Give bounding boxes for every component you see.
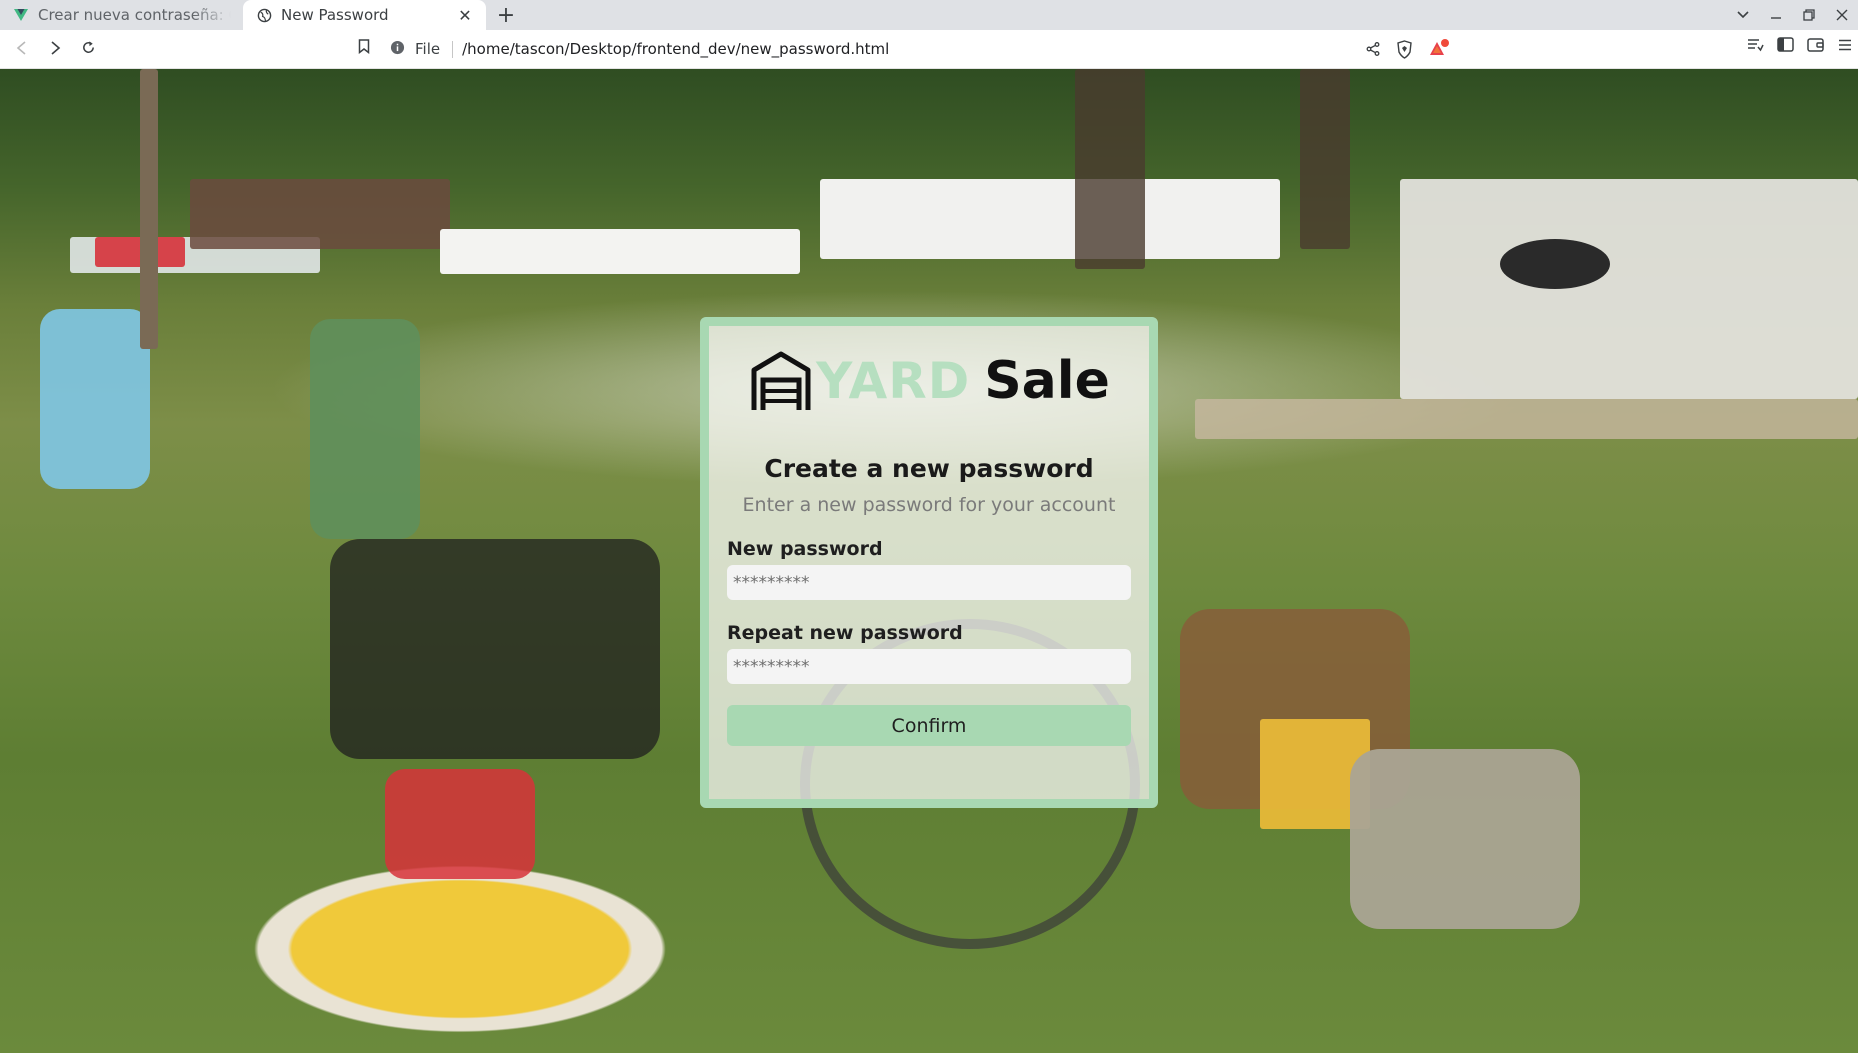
- info-icon[interactable]: [390, 40, 405, 59]
- menu-icon[interactable]: [1838, 38, 1852, 52]
- tab-strip: Crear nueva contraseña: CSS New Password…: [0, 0, 1858, 30]
- repeat-password-input[interactable]: [727, 649, 1131, 684]
- page-subtitle: Enter a new password for your account: [742, 494, 1116, 516]
- sidebar-icon[interactable]: [1777, 37, 1794, 52]
- brave-rewards-icon[interactable]: [1429, 39, 1451, 59]
- share-icon[interactable]: [1366, 42, 1380, 56]
- page-viewport: YARD Sale Create a new password Enter a …: [0, 69, 1858, 1053]
- repeat-password-field: Repeat new password: [727, 622, 1131, 684]
- logo-word-sale: Sale: [984, 351, 1110, 411]
- storefront-icon: [748, 348, 814, 414]
- page-title: Create a new password: [764, 454, 1094, 483]
- logo-word-yard: YARD: [816, 352, 971, 410]
- tab-new-password[interactable]: New Password ✕: [243, 0, 486, 30]
- vue-favicon-icon: [13, 7, 29, 23]
- address-divider: [452, 40, 454, 58]
- tab-title: Crear nueva contraseña: CSS: [38, 6, 231, 24]
- forward-button[interactable]: [40, 34, 70, 64]
- reload-button[interactable]: [73, 34, 103, 64]
- globe-icon: [256, 7, 272, 23]
- new-tab-button[interactable]: +: [492, 0, 520, 30]
- browser-toolbar: File /home/tascon/Desktop/frontend_dev/n…: [0, 30, 1858, 69]
- toolbar-actions: [1747, 37, 1852, 52]
- restore-icon[interactable]: [1792, 9, 1825, 21]
- brave-shields-icon[interactable]: [1396, 39, 1413, 59]
- plus-icon: +: [496, 2, 516, 28]
- tab-crear-nueva-contrasena[interactable]: Crear nueva contraseña: CSS: [0, 0, 243, 30]
- reading-list-icon[interactable]: [1747, 38, 1764, 52]
- address-bar[interactable]: File /home/tascon/Desktop/frontend_dev/n…: [390, 35, 1448, 63]
- yard-sale-logo: YARD Sale: [748, 348, 1110, 414]
- back-arrow-icon: [15, 40, 29, 59]
- minimize-icon[interactable]: [1759, 9, 1792, 21]
- new-password-input[interactable]: [727, 565, 1131, 600]
- close-tab-icon[interactable]: ✕: [456, 6, 474, 25]
- close-window-icon[interactable]: [1825, 9, 1858, 21]
- new-password-card: YARD Sale Create a new password Enter a …: [700, 317, 1158, 808]
- repeat-password-label: Repeat new password: [727, 622, 963, 644]
- reload-icon: [81, 40, 96, 59]
- url-text[interactable]: /home/tascon/Desktop/frontend_dev/new_pa…: [462, 40, 889, 58]
- back-button[interactable]: [7, 34, 37, 64]
- new-password-field: New password: [727, 538, 1131, 600]
- forward-arrow-icon: [48, 40, 62, 59]
- bookmark-icon[interactable]: [358, 39, 370, 58]
- scheme-label: File: [415, 40, 441, 58]
- new-password-form: New password Repeat new password Confirm: [727, 538, 1131, 746]
- tab-search-chevron-down-icon[interactable]: [1726, 11, 1759, 19]
- window-controls: [1726, 0, 1858, 30]
- confirm-button[interactable]: Confirm: [727, 705, 1131, 746]
- wallet-icon[interactable]: [1807, 37, 1825, 52]
- address-bar-actions: [1366, 39, 1451, 59]
- new-password-label: New password: [727, 538, 883, 560]
- tab-title: New Password: [281, 6, 389, 24]
